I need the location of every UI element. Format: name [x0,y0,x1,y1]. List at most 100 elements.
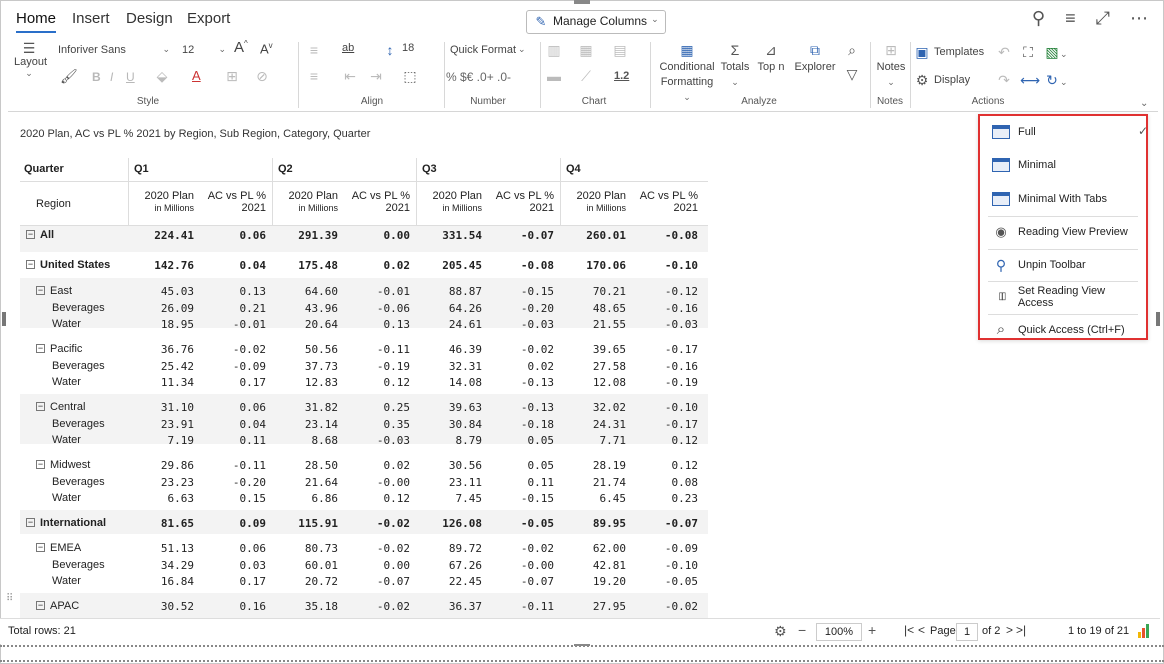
table-cell[interactable]: 224.41 [128,229,194,242]
menu-item-quick-access[interactable]: ⌕ Quick Access (Ctrl+F) [992,319,1142,341]
table-cell[interactable]: -0.20 [200,476,266,489]
table-cell[interactable]: 6.45 [560,492,627,505]
table-row[interactable]: − EMEA 51.13 0.06 80.73 -0.02 89.72 -0.02 62.00-… [20,542,708,559]
table-cell[interactable]: 60.01 [272,559,338,572]
collapse-toggle-icon[interactable]: − [36,543,45,552]
measure-header[interactable]: 2020 Plan in Millions [560,190,626,214]
collapse-toggle-icon[interactable]: − [36,344,45,353]
table-cell[interactable]: 0.06 [200,542,267,555]
table-cell[interactable]: 0.17 [200,376,267,389]
table-cell[interactable]: -0.02 [344,600,410,613]
table-cell[interactable]: -0.09 [632,542,698,555]
table-cell[interactable]: 331.54 [416,229,482,242]
table-row[interactable]: Beverages 34.29 0.03 60.01 0.00 67.26 -0.00 42.… [20,559,708,576]
first-page-icon[interactable]: |< [904,623,914,637]
table-cell[interactable]: -0.11 [344,343,410,356]
table-cell[interactable]: 23.11 [416,476,482,489]
table-cell[interactable]: 89.72 [416,542,482,555]
table-cell[interactable]: 7.19 [128,434,195,447]
table-cell[interactable]: 36.76 [128,343,194,356]
menu-item-minimal[interactable]: Minimal [992,154,1142,176]
table-cell[interactable]: -0.02 [200,343,266,356]
zoom-in-button[interactable]: + [868,622,876,638]
table-row[interactable]: − East 45.03 0.13 64.60 -0.01 88.87 -0.15 70.21-… [20,285,708,302]
table-row[interactable]: Water 18.95 -0.01 20.64 0.13 24.61 -0.03 21.55-… [20,318,708,335]
table-cell[interactable]: 23.23 [128,476,194,489]
table-cell[interactable]: -0.16 [632,360,698,373]
table-cell[interactable]: -0.03 [488,318,554,331]
table-cell[interactable]: 45.03 [128,285,194,298]
table-cell[interactable]: -0.10 [632,259,698,272]
table-cell[interactable]: 126.08 [416,517,482,530]
menu-item-minimal-with-tabs[interactable]: Minimal With Tabs [992,188,1142,210]
table-cell[interactable]: -0.09 [200,360,266,373]
table-cell[interactable]: 31.82 [272,401,338,414]
table-row[interactable]: Beverages 25.42 -0.09 37.73 -0.19 32.31 0.02 27… [20,360,708,377]
table-cell[interactable]: 67.26 [416,559,482,572]
table-cell[interactable]: 27.95 [560,600,626,613]
excel-export-icon[interactable]: ▧⌄ [1044,44,1067,60]
fill-color-icon[interactable]: ⬙ [154,68,170,84]
table-row[interactable]: − Central 31.10 0.06 31.82 0.25 39.63 -0.13 32.0… [20,401,708,418]
table-cell[interactable]: -0.05 [632,575,698,588]
table-cell[interactable]: -0.11 [200,459,266,472]
table-cell[interactable]: 43.96 [272,302,338,315]
bold-button[interactable]: B [92,70,101,84]
display-button[interactable]: ⚙ Display [914,72,970,88]
italic-button[interactable]: I [110,70,113,84]
collapse-toggle-icon[interactable]: − [26,518,35,527]
table-cell[interactable]: 0.15 [200,492,267,505]
text-wrap-icon[interactable]: ab [342,42,354,54]
menu-item-full[interactable]: Full ✓ [992,121,1148,143]
table-cell[interactable]: -0.01 [344,285,410,298]
collapse-toggle-icon[interactable]: − [36,460,45,469]
table-cell[interactable]: -0.10 [632,401,698,414]
table-cell[interactable]: -0.01 [200,318,266,331]
align-horizontal-icon[interactable]: ≡ [306,42,322,58]
table-cell[interactable]: -0.02 [632,600,698,613]
search-icon[interactable]: ⌕ [844,42,860,58]
line-chart-icon[interactable]: ⟋ [578,68,594,84]
table-cell[interactable]: -0.00 [488,559,554,572]
page-number-input[interactable]: 1 [956,623,978,641]
measure-header[interactable]: AC vs PL % 2021 [200,190,266,214]
table-cell[interactable]: 0.00 [344,559,411,572]
drag-handle-icon[interactable]: ⠿ [6,593,13,604]
measure-header[interactable]: 2020 Plan in Millions [272,190,338,214]
measure-header[interactable]: AC vs PL % 2021 [488,190,554,214]
tab-insert[interactable]: Insert [72,10,110,27]
table-cell[interactable]: 7.45 [416,492,483,505]
table-cell[interactable]: 30.52 [128,600,194,613]
table-cell[interactable]: 260.01 [560,229,626,242]
chart-scale-button[interactable]: 1.2 [614,70,629,82]
top-n-button[interactable]: ⊿ Top n [754,42,788,75]
table-cell[interactable]: -0.02 [488,542,554,555]
fit-screen-icon[interactable]: ⛶ [1020,44,1036,60]
table-cell[interactable]: 27.58 [560,360,626,373]
font-size-select[interactable]: 12 ⌄ [182,44,226,56]
variance-chart-icon[interactable]: ▤ [612,42,628,58]
table-cell[interactable]: -0.15 [488,492,554,505]
table-cell[interactable]: 29.86 [128,459,194,472]
table-cell[interactable]: 8.68 [272,434,339,447]
zoom-input[interactable]: 100% [816,623,862,641]
table-cell[interactable]: 12.08 [560,376,626,389]
table-cell[interactable]: 89.95 [560,517,626,530]
borders-icon[interactable]: ⊞ [224,68,240,84]
table-cell[interactable]: 26.09 [128,302,194,315]
table-row[interactable]: Beverages 23.23 -0.20 21.64 -0.00 23.11 0.11 21… [20,476,708,493]
table-cell[interactable]: 64.26 [416,302,482,315]
table-cell[interactable]: 7.71 [560,434,627,447]
format-painter-icon[interactable]: 🖌 [60,68,78,84]
undo-icon[interactable]: ↶ [996,44,1012,60]
table-cell[interactable]: 115.91 [272,517,338,530]
font-family-select[interactable]: Inforiver Sans ⌄ [58,44,170,56]
measure-header[interactable]: AC vs PL % 2021 [344,190,410,214]
table-cell[interactable]: 19.20 [560,575,626,588]
table-cell[interactable]: 30.56 [416,459,482,472]
table-cell[interactable]: 0.04 [200,259,267,272]
table-cell[interactable]: -0.12 [632,285,698,298]
table-cell[interactable]: 0.02 [344,259,411,272]
next-page-icon[interactable]: > [1006,623,1013,637]
collapse-toggle-icon[interactable]: − [26,260,35,269]
